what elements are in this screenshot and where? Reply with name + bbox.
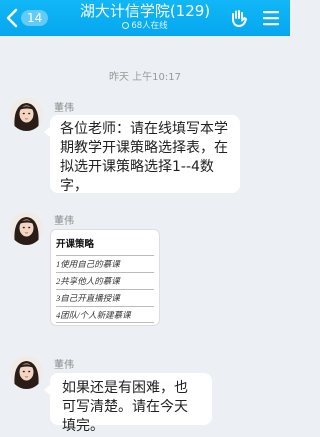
image-row: 1使用自己的慕课 [56,255,154,272]
message-bubble[interactable]: 如果还是有困难，也可写清楚。请在今天填完。 [44,373,212,434]
back-arrow-icon [6,8,18,28]
sender-name: 董伟 [54,216,74,227]
sender-name: 董伟 [54,360,74,371]
message-bubble[interactable]: 各位老师：请在线填写本学期教学开课策略选择表，在拟选开课策略选择1--4数字， [44,115,240,194]
chat-header: 14 湖大计信学院(129) 68人在线 [0,0,290,36]
hand-wave-icon[interactable] [229,8,249,28]
image-row: 4团队/个人新建慕课 [56,306,154,323]
back-button[interactable]: 14 [6,7,50,29]
avatar[interactable] [10,212,43,245]
image-row: 3自己开直播授课 [56,289,154,306]
image-title: 开课策略 [56,239,95,250]
unread-count-badge: 14 [21,10,49,26]
sender-name: 董伟 [54,103,74,114]
image-row: 2共享他人的慕课 [56,272,154,289]
avatar-portrait-image [10,212,43,245]
online-status: 68人在线 [70,21,220,32]
avatar-portrait-image [10,98,43,131]
avatar-portrait-image [10,356,43,389]
group-title[interactable]: 湖大计信学院(129) [70,2,220,21]
image-message[interactable]: 开课策略 1使用自己的慕课 2共享他人的慕课 3自己开直播授课 4团队/个人新建… [50,229,160,326]
online-count: 68人在线 [131,21,168,31]
avatar[interactable] [10,98,43,131]
menu-icon[interactable] [262,9,280,27]
avatar[interactable] [10,356,43,389]
online-dot-icon [122,22,130,29]
message-timestamp: 昨天 上午10:17 [109,72,181,83]
